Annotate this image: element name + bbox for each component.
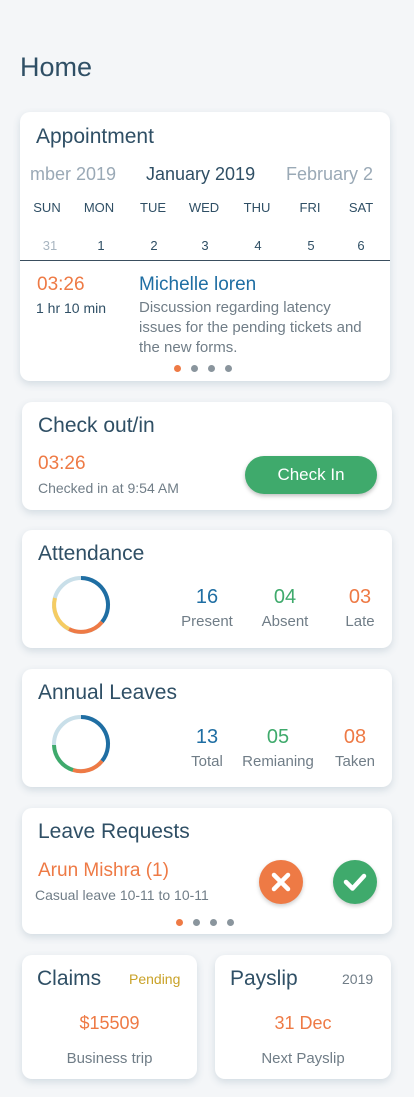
claims-title: Claims bbox=[37, 967, 102, 990]
appointment-duration: 1 hr 10 min bbox=[36, 300, 107, 316]
checkin-card: Check out/in 03:26 Checked in at 9:54 AM… bbox=[22, 402, 392, 510]
pager-dot[interactable] bbox=[227, 919, 234, 926]
leave-request-detail: Casual leave 10-11 to 10-11 bbox=[35, 887, 209, 903]
stat-label: Present bbox=[181, 613, 233, 630]
leave-requests-title: Leave Requests bbox=[38, 820, 190, 843]
pager-dot[interactable] bbox=[225, 365, 232, 372]
donut-segment-remaining bbox=[52, 744, 74, 772]
annual-leaves-card[interactable]: Annual Leaves 13 Total 05 Remianing 08 T… bbox=[22, 669, 392, 787]
checkin-subtitle: Checked in at 9:54 AM bbox=[38, 480, 179, 496]
claims-label: Business trip bbox=[66, 1050, 153, 1067]
payslip-date: 31 Dec bbox=[274, 1013, 332, 1033]
pager-dot[interactable] bbox=[193, 919, 200, 926]
donut-segment-total bbox=[80, 715, 110, 763]
checkin-time: 03:26 bbox=[38, 453, 86, 474]
date-cell[interactable]: 31 bbox=[30, 238, 70, 253]
appointment-card[interactable]: Appointment mber 2019 January 2019 Febru… bbox=[20, 112, 390, 381]
weekday-tue: TUE bbox=[140, 200, 166, 215]
reject-leave-button[interactable] bbox=[259, 860, 303, 904]
stat-value: 08 bbox=[343, 726, 367, 748]
appointment-person[interactable]: Michelle loren bbox=[139, 274, 256, 296]
approve-leave-button[interactable] bbox=[333, 860, 377, 904]
month-carousel[interactable]: mber 2019 January 2019 February 2 bbox=[20, 112, 390, 192]
weekday-fri: FRI bbox=[299, 200, 321, 215]
checkin-title: Check out/in bbox=[38, 414, 155, 437]
check-icon bbox=[343, 873, 367, 891]
attendance-donut-chart bbox=[52, 576, 110, 634]
pager-dot[interactable] bbox=[208, 365, 215, 372]
weekday-sat: SAT bbox=[348, 200, 374, 215]
attendance-title: Attendance bbox=[38, 542, 145, 565]
leave-requests-card: Leave Requests Arun Mishra (1) Casual le… bbox=[22, 808, 392, 934]
payslip-year: 2019 bbox=[342, 971, 374, 987]
weekday-sun: SUN bbox=[33, 200, 61, 215]
leave-requests-pager[interactable] bbox=[176, 919, 234, 926]
date-cell[interactable]: 3 bbox=[185, 238, 225, 253]
leaves-donut-chart bbox=[52, 715, 110, 774]
annual-leaves-title: Annual Leaves bbox=[38, 681, 177, 704]
appointment-time: 03:26 bbox=[37, 274, 85, 295]
payslip-title: Payslip bbox=[230, 967, 298, 990]
attendance-card[interactable]: Attendance 16 Present 04 Absent 03 Late bbox=[22, 530, 392, 648]
pager-dot[interactable] bbox=[210, 919, 217, 926]
claims-status-badge: Pending bbox=[129, 971, 181, 987]
donut-segment-present bbox=[80, 576, 110, 624]
donut-segment-taken bbox=[72, 759, 104, 774]
pager-dot[interactable] bbox=[191, 365, 198, 372]
stat-taken: 08 Taken bbox=[310, 726, 400, 770]
appointment-pager[interactable] bbox=[174, 365, 232, 372]
date-cell[interactable]: 6 bbox=[341, 238, 381, 253]
payslip-label: Next Payslip bbox=[261, 1050, 345, 1067]
weekday-wed: WED bbox=[188, 200, 220, 215]
pager-dot-active[interactable] bbox=[176, 919, 183, 926]
donut-segment-late bbox=[68, 620, 104, 634]
month-next[interactable]: February 2 bbox=[286, 164, 373, 185]
payslip-card[interactable]: Payslip 2019 31 Dec Next Payslip bbox=[215, 955, 391, 1079]
weekday-thu: THU bbox=[243, 200, 271, 215]
stat-late: 03 Late bbox=[315, 586, 405, 630]
donut-segment-absent bbox=[52, 597, 70, 631]
weekday-mon: MON bbox=[83, 200, 115, 215]
appointment-description: Discussion regarding latency issues for … bbox=[139, 299, 362, 356]
stat-label: Late bbox=[345, 613, 375, 630]
check-in-button[interactable]: Check In bbox=[245, 456, 377, 494]
date-cell[interactable]: 2 bbox=[134, 238, 174, 253]
close-icon bbox=[271, 872, 291, 892]
month-prev[interactable]: mber 2019 bbox=[30, 164, 116, 185]
leave-requester-name[interactable]: Arun Mishra (1) bbox=[38, 860, 169, 882]
calendar-divider bbox=[20, 260, 390, 261]
claims-amount: $15509 bbox=[79, 1013, 140, 1033]
date-cell[interactable]: 1 bbox=[81, 238, 121, 253]
claims-card[interactable]: Claims Pending $15509 Business trip bbox=[22, 955, 197, 1079]
stat-value: 16 bbox=[195, 586, 219, 608]
stat-value: 03 bbox=[348, 586, 372, 608]
month-current: January 2019 bbox=[146, 164, 256, 184]
pager-dot-active[interactable] bbox=[174, 365, 181, 372]
stat-label: Taken bbox=[334, 753, 376, 770]
page-title: Home bbox=[20, 52, 93, 82]
date-cell[interactable]: 5 bbox=[291, 238, 331, 253]
date-cell[interactable]: 4 bbox=[238, 238, 278, 253]
stat-present: 16 Present bbox=[162, 586, 252, 630]
